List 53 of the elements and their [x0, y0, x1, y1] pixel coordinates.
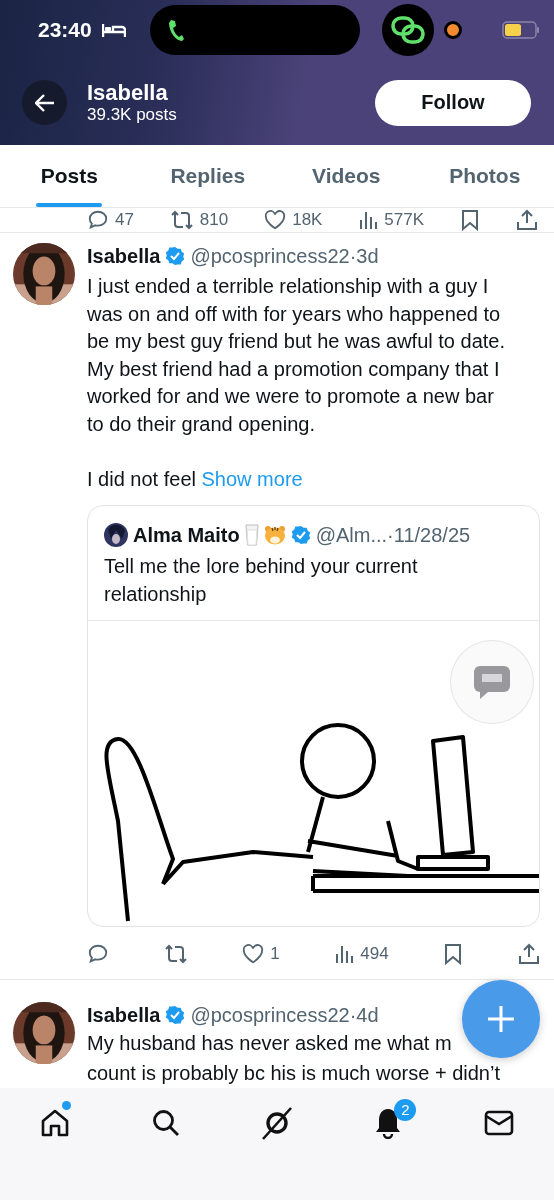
author-name: Alma Maito [133, 523, 240, 547]
author-name: Isabella [87, 1003, 161, 1027]
tiger-icon [263, 525, 286, 545]
post-text: My husband has never asked me what m count is probably bc his is much worse + didn’t [87, 1031, 501, 1086]
views-count: 577K [384, 210, 425, 230]
post-text: I just ended a terrible relationship with a guy I was on and off with for years who happened to be my best guy friend but he was awful to date. My best friend had a promotion company that I worked for and we were to promote a new bar to do their grand opening. I did not feel Show more [87, 274, 507, 492]
link-icon [390, 16, 425, 44]
clock-time: 23:40 [38, 18, 92, 42]
phone-icon [167, 19, 184, 41]
plus-icon [487, 1005, 515, 1033]
follow-button[interactable]: Follow [375, 79, 531, 126]
home-icon [40, 1108, 71, 1138]
back-button[interactable] [22, 80, 67, 125]
profile-tab[interactable]: Photos [415, 145, 554, 207]
back-arrow-icon [34, 93, 55, 112]
repost-count: 810 [199, 210, 229, 230]
notification-count: 2 [394, 1099, 417, 1121]
author-name: Isabella [87, 244, 161, 268]
handle-and-time: @pcosprincess22·4d [190, 1003, 379, 1027]
share-icon [515, 209, 538, 231]
battery-icon [501, 21, 540, 39]
quoted-text: Tell me the lore behind your current relationship [104, 554, 419, 607]
profile-tab[interactable]: Videos [277, 145, 416, 207]
profile-name: Isabella [87, 80, 169, 105]
profile-tab[interactable]: Replies [138, 145, 277, 207]
like-count: 18K [292, 210, 323, 230]
glass-icon [244, 524, 259, 546]
like-count: 1 [270, 944, 280, 964]
views-count: 494 [360, 944, 389, 964]
show-more-link[interactable]: Show more [201, 467, 303, 490]
views-icon [334, 944, 355, 964]
privacy-dot [443, 21, 462, 39]
chat-bubble-icon [472, 664, 512, 700]
bookmark-icon [460, 209, 480, 231]
views-icon [358, 210, 379, 230]
quoted-post[interactable]: Alma Maito @Alm...·11/28/25 Tell me the lore behind your current relationship [87, 505, 540, 927]
mail-icon [483, 1110, 514, 1136]
heart-icon [264, 210, 287, 230]
profile-tab[interactable]: Posts [0, 145, 139, 207]
reply-count: 47 [115, 210, 134, 230]
post-count: 39.3K posts [87, 104, 178, 125]
bookmark-icon [443, 943, 464, 965]
bed-icon [101, 22, 126, 38]
reply-icon [87, 943, 109, 965]
handle-and-time: @pcosprincess22·3d [190, 244, 379, 268]
reply-icon [87, 209, 109, 231]
slashed-circle-icon [259, 1105, 295, 1141]
compose-button[interactable] [462, 980, 540, 1058]
heart-icon [242, 944, 265, 964]
repost-icon [169, 209, 194, 231]
share-icon [517, 943, 540, 965]
repost-icon [163, 943, 188, 965]
handle-and-time: @Alm...·11/28/25 [315, 523, 471, 547]
